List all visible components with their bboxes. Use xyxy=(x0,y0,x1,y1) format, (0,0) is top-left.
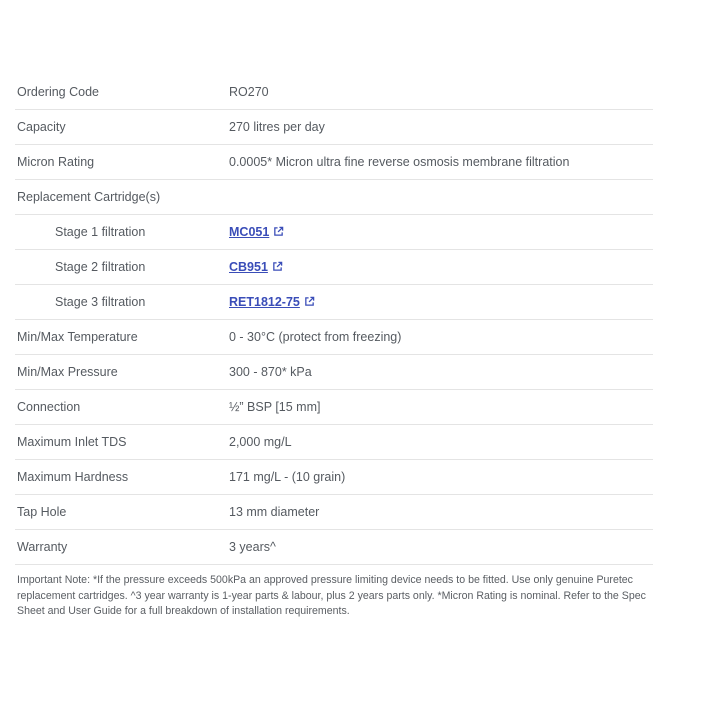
spec-row-pressure: Min/Max Pressure 300 - 870* kPa xyxy=(15,355,653,390)
spec-value: 270 litres per day xyxy=(229,120,325,134)
spec-row-stage-3: Stage 3 filtration RET1812-75 xyxy=(15,285,653,320)
spec-value: MC051 xyxy=(229,215,284,249)
spec-label: Tap Hole xyxy=(17,505,67,519)
spec-row-capacity: Capacity 270 litres per day xyxy=(15,110,653,145)
spec-label: Min/Max Pressure xyxy=(17,365,118,379)
spec-label: Stage 1 filtration xyxy=(55,225,146,239)
spec-label: Maximum Inlet TDS xyxy=(17,435,127,449)
spec-value: 300 - 870* kPa xyxy=(229,365,312,379)
spec-label: Replacement Cartridge(s) xyxy=(17,190,161,204)
spec-row-replacement-cartridges: Replacement Cartridge(s) xyxy=(15,180,653,215)
spec-row-temperature: Min/Max Temperature 0 - 30°C (protect fr… xyxy=(15,320,653,355)
spec-label: Connection xyxy=(17,400,81,414)
spec-row-stage-2: Stage 2 filtration CB951 xyxy=(15,250,653,285)
spec-value: CB951 xyxy=(229,250,283,284)
spec-row-stage-1: Stage 1 filtration MC051 xyxy=(15,215,653,250)
spec-row-connection: Connection ½” BSP [15 mm] xyxy=(15,390,653,425)
spec-row-hardness: Maximum Hardness 171 mg/L - (10 grain) xyxy=(15,460,653,495)
stage-2-cartridge-link[interactable]: CB951 xyxy=(229,260,268,274)
spec-row-micron-rating: Micron Rating 0.0005* Micron ultra fine … xyxy=(15,145,653,180)
spec-label: Stage 2 filtration xyxy=(55,260,146,274)
spec-label: Micron Rating xyxy=(17,155,95,169)
spec-value: 0 - 30°C (protect from freezing) xyxy=(229,330,402,344)
spec-label: Ordering Code xyxy=(17,85,99,99)
stage-1-cartridge-link[interactable]: MC051 xyxy=(229,225,269,239)
spec-value: 0.0005* Micron ultra fine reverse osmosi… xyxy=(229,155,570,169)
spec-row-inlet-tds: Maximum Inlet TDS 2,000 mg/L xyxy=(15,425,653,460)
spec-value: RO270 xyxy=(229,85,269,99)
spec-label: Min/Max Temperature xyxy=(17,330,138,344)
stage-3-cartridge-link[interactable]: RET1812-75 xyxy=(229,295,300,309)
external-link-icon[interactable] xyxy=(273,226,284,237)
spec-label: Warranty xyxy=(17,540,68,554)
spec-row-warranty: Warranty 3 years^ xyxy=(15,530,653,565)
spec-label: Stage 3 filtration xyxy=(55,295,146,309)
spec-label: Maximum Hardness xyxy=(17,470,129,484)
external-link-icon[interactable] xyxy=(272,261,283,272)
spec-row-tap-hole: Tap Hole 13 mm diameter xyxy=(15,495,653,530)
external-link-icon[interactable] xyxy=(304,296,315,307)
spec-label: Capacity xyxy=(17,120,66,134)
spec-value: 2,000 mg/L xyxy=(229,435,292,449)
spec-table: Ordering Code RO270 Capacity 270 litres … xyxy=(15,75,653,565)
spec-value: ½” BSP [15 mm] xyxy=(229,400,321,414)
spec-value: 3 years^ xyxy=(229,540,276,554)
spec-value: RET1812-75 xyxy=(229,285,315,319)
spec-value: 13 mm diameter xyxy=(229,505,320,519)
spec-row-ordering-code: Ordering Code RO270 xyxy=(15,75,653,110)
important-note: Important Note: *If the pressure exceeds… xyxy=(17,574,646,617)
spec-value: 171 mg/L - (10 grain) xyxy=(229,470,346,484)
